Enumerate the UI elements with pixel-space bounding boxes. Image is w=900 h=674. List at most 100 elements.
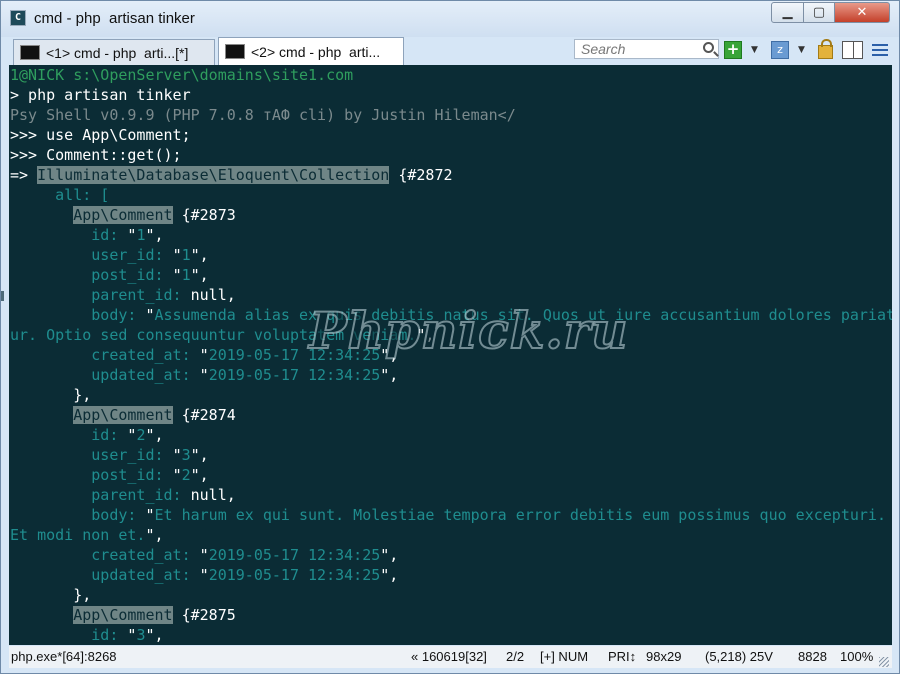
console-text: >>> Comment::get(); [10,146,182,164]
status-zoom: 100% [840,649,874,664]
console-text: Psy Shell v0.9.9 (PHP 7.0.8 тАФ cli) by … [10,106,516,124]
panel-dropdown-icon[interactable]: ▼ [798,45,805,63]
maximize-button[interactable]: ▢ [803,2,835,23]
console-text: user_id: [10,446,173,464]
status-pid: 8828 [798,649,827,664]
search-placeholder: Search [581,41,626,57]
status-mode: [+] NUM [540,649,589,664]
console-text: created_at: [10,546,200,564]
console-output[interactable]: id: "3", App\Comment {#2875 }, updated_a… [9,65,892,645]
console-text: {#2873 [172,206,236,224]
console-text: ", [145,426,164,444]
console-text: created_at: [10,346,200,364]
status-cursor: (5,218) 25V [705,649,773,664]
status-build: « 160619[32] [411,649,487,664]
console-line: id: "3", [10,625,164,645]
console-text: " [199,346,209,364]
console-line: >>> use App\Comment; [10,125,191,145]
console-line: updated_at: "2019-05-17 12:34:25", [10,565,398,585]
console-text: post_id: [10,466,173,484]
status-size: 98x29 [646,649,682,664]
menu-icon[interactable] [872,41,888,59]
console-text: id: [10,226,128,244]
class-name-highlight: App\Comment [73,406,173,424]
minimize-button[interactable]: ▁ [771,2,804,23]
console-text: 2 [181,466,191,484]
console-text: null [190,286,227,304]
console-text: post_id: [10,266,173,284]
console-text: parent_id: [10,486,191,504]
console-text: 1@NICK s:\OpenServer\domains\site1.com [10,66,354,84]
console-line: user_id: "3", [10,445,209,465]
console-text: parent_id: [10,286,191,304]
console-text: ", [145,526,164,544]
lock-icon[interactable] [818,39,833,59]
split-view-icon[interactable] [842,41,863,59]
console-text: ", [190,446,209,464]
console-line: post_id: "1", [10,265,208,285]
console-text: " [172,466,182,484]
status-bar: php.exe*[64]:8268 « 160619[32] 2/2 [+] N… [9,646,892,668]
console-line: parent_id: null, [10,285,236,305]
console-text: 2019-05-17 12:34:25 [208,366,381,384]
console-text: {#2875 [172,606,236,624]
console-text: => [10,166,38,184]
tab-label: <1> cmd - php arti...[*] [46,44,189,61]
console-text: 1 [181,246,191,264]
class-name-highlight: App\Comment [73,606,173,624]
console-text: ", [380,366,399,384]
console-window: C cmd - php artisan tinker ▁ ▢ ✕ <1> cmd… [0,0,900,674]
console-line: id: "2", [10,425,164,445]
window-title: cmd - php artisan tinker [34,10,195,27]
console-line: >>> Comment::get(); [10,145,182,165]
tab-console-2[interactable]: <2> cmd - php arti... [218,37,404,65]
console-text: 3 [181,446,191,464]
status-process: php.exe*[64]:8268 [11,649,117,664]
console-text: updated_at: [10,366,200,384]
new-console-dropdown-icon[interactable]: ▼ [751,45,758,63]
class-name-highlight: Illuminate\Database\Eloquent\Collection [37,166,390,184]
search-icon[interactable] [703,42,714,53]
console-line: 1@NICK s:\OpenServer\domains\site1.com [10,65,353,85]
app-icon: C [10,10,26,26]
console-line: id: "1", [10,225,163,245]
resize-grip[interactable] [879,657,889,667]
console-line: }, [10,385,91,405]
panel-view-icon[interactable]: z [771,41,789,59]
watermark: Phpnick.ru [308,300,629,361]
console-text: ", [145,626,164,644]
status-tab-index: 2/2 [506,649,525,664]
close-button[interactable]: ✕ [834,2,890,23]
console-text: }, [10,386,92,404]
search-input[interactable]: Search [574,39,719,59]
console-text: ", [190,246,209,264]
console-line: Et modi non et.", [10,525,164,545]
console-text: ", [380,546,399,564]
status-priority: PRI↕ [608,649,637,664]
new-console-icon[interactable]: + [724,41,742,59]
console-line: App\Comment {#2875 [10,605,236,625]
console-text: , [226,286,236,304]
tab-console-1[interactable]: <1> cmd - php arti...[*] [13,39,215,65]
console-tab-icon [20,45,40,60]
console-line: body: "Et harum ex qui sunt. Molestiae t… [10,505,886,525]
console-line: }, [10,585,91,605]
console-text: user_id: [10,246,173,264]
console-line: > php artisan tinker [10,85,191,105]
console-text: {#2874 [172,406,236,424]
scrollbar[interactable] [1,291,4,301]
console-text: 1 [181,266,191,284]
console-text: id: [10,426,128,444]
title-bar[interactable]: C cmd - php artisan tinker ▁ ▢ ✕ [1,1,899,37]
tab-bar: <1> cmd - php arti...[*] <2> cmd - php a… [1,37,899,65]
console-text: " [199,566,209,584]
console-text: }, [10,586,92,604]
console-line: user_id: "1", [10,245,209,265]
console-text: > php artisan tinker [10,86,191,104]
console-line: App\Comment {#2874 [10,405,236,425]
console-line: post_id: "2", [10,465,208,485]
console-text: id: [10,626,128,644]
console-line: => Illuminate\Database\Eloquent\Collecti… [10,165,453,185]
